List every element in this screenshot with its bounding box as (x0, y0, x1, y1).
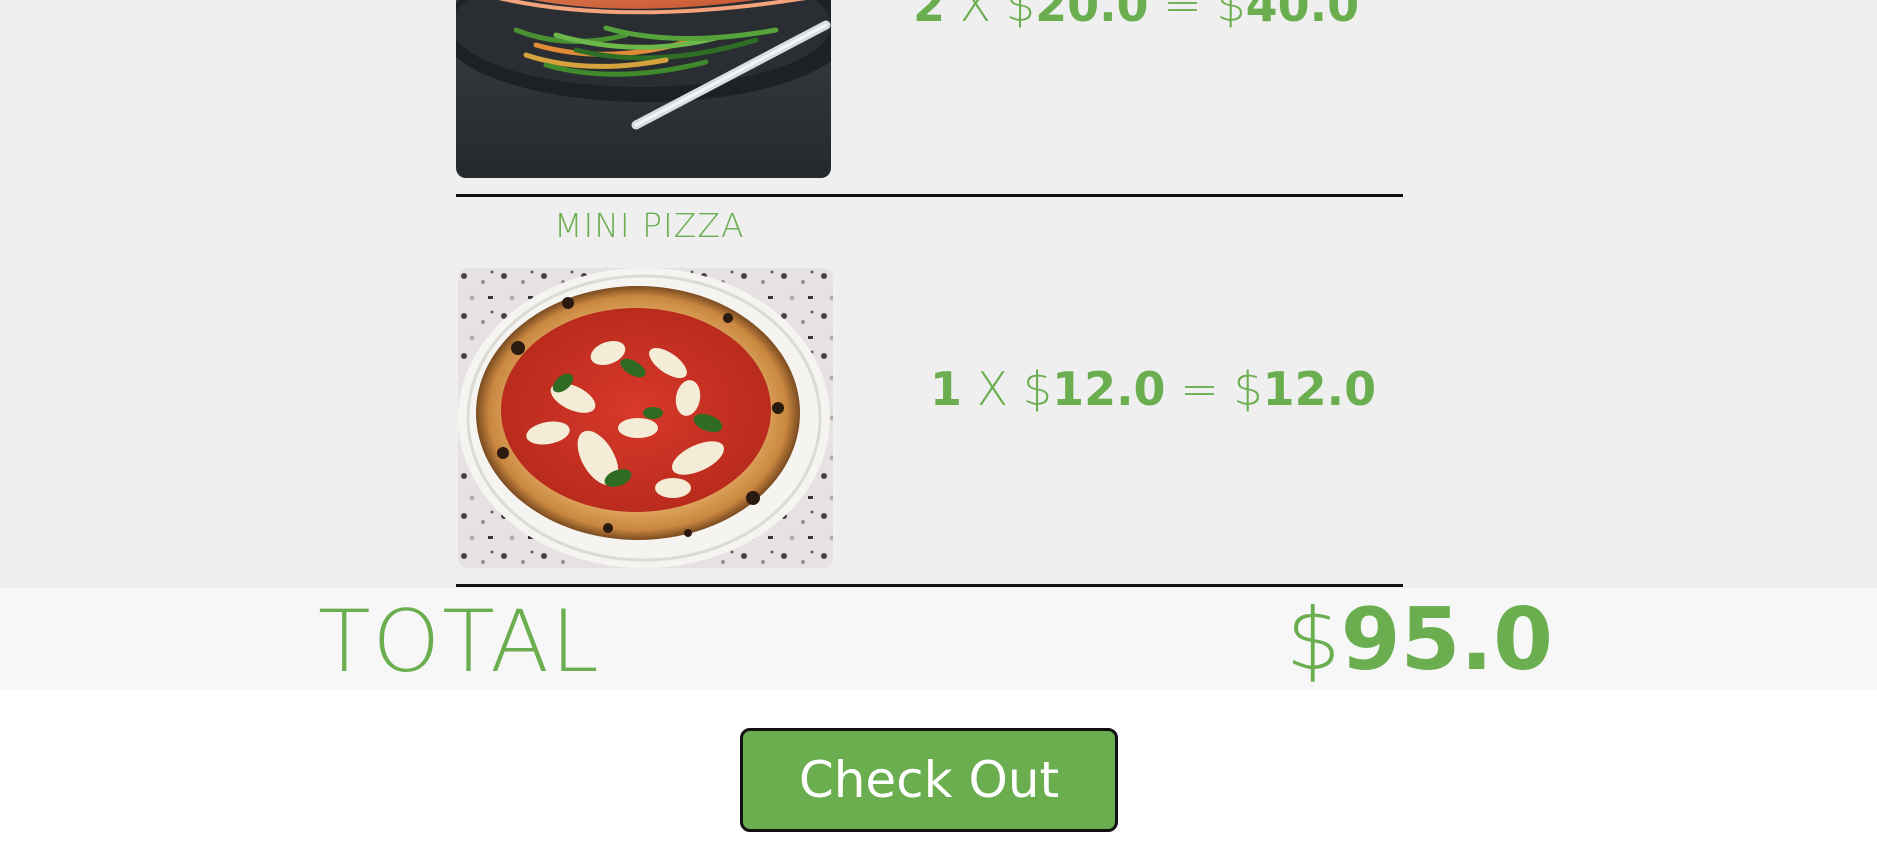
cart-item-1-unit-price: 20.0 (1035, 0, 1149, 32)
cart-item-1-calculation: 2 X $20.0 = $40.0 (913, 0, 1359, 32)
cart-item-2-total-currency: $ (1233, 362, 1263, 416)
cart-item-1-image (456, 0, 831, 178)
salmon-dish-photo (456, 0, 831, 178)
total-amount-value: 95.0 (1340, 590, 1553, 690)
cart-item-2-times: X (976, 362, 1009, 416)
cart-item-2-line-total: 12.0 (1262, 362, 1377, 416)
cart-item-1-currency: $ (1005, 0, 1036, 32)
cart-item-2-name: MINI PIZZA (554, 206, 745, 245)
margherita-pizza-photo (458, 268, 833, 568)
cart-item-1-line-total: 40.0 (1245, 0, 1360, 32)
cart-item-1-equals: = (1163, 0, 1202, 32)
cart-item-2-image (458, 268, 833, 568)
check-out-button[interactable]: Check Out (740, 728, 1118, 832)
cart-item-2-calculation: 1 X $12.0 = $12.0 (930, 362, 1376, 416)
cart-divider-2 (456, 584, 1403, 587)
total-bar (0, 588, 1877, 690)
cart-item-2-equals: = (1180, 362, 1219, 416)
total-label: TOTAL (318, 592, 601, 692)
total-currency: $ (1286, 590, 1341, 690)
cart-list (0, 0, 1877, 588)
cart-item-2-unit-price: 12.0 (1052, 362, 1166, 416)
cart-item-1-quantity: 2 (913, 0, 946, 32)
cart-item-1-times: X (959, 0, 992, 32)
cart-divider-1 (456, 194, 1403, 197)
total-amount: $95.0 (1286, 590, 1553, 690)
cart-item-2-currency: $ (1022, 362, 1053, 416)
cart-item-2-quantity: 1 (930, 362, 963, 416)
cart-item-1-total-currency: $ (1216, 0, 1246, 32)
